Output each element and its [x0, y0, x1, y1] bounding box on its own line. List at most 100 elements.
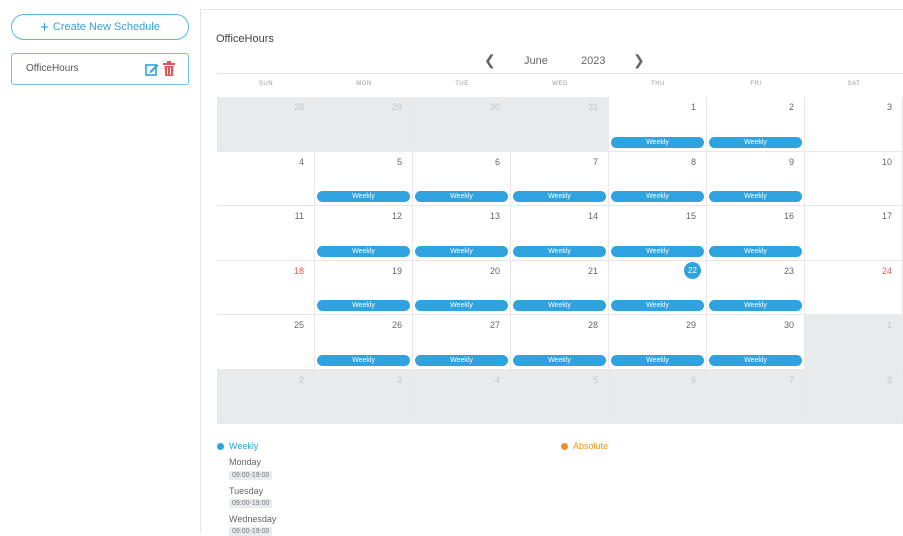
calendar-day-cell[interactable]: 25 [217, 315, 315, 370]
calendar-day-cell[interactable]: 28 [217, 97, 315, 152]
year-label: 2023 [581, 55, 606, 67]
calendar-day-cell[interactable]: 27 Weekly [413, 315, 511, 370]
event-weekly[interactable]: Weekly [709, 191, 802, 202]
calendar-day-cell[interactable]: 26 Weekly [315, 315, 413, 370]
calendar-day-cell[interactable]: 17 [805, 206, 903, 261]
calendar-day-cell[interactable]: 1 Weekly [609, 97, 707, 152]
calendar-day-cell[interactable]: 24 [805, 260, 903, 315]
event-weekly[interactable]: Weekly [317, 245, 410, 257]
event-weekly[interactable]: Weekly [415, 191, 508, 202]
calendar-day-cell[interactable]: 8 Weekly [609, 151, 707, 206]
calendar-day-cell[interactable]: 21 Weekly [511, 260, 609, 315]
day-number: 17 [881, 211, 892, 221]
calendar-day-cell[interactable]: 30 [413, 97, 511, 152]
day-number: 3 [886, 102, 892, 112]
event-weekly[interactable]: Weekly [317, 191, 410, 202]
event-weekly[interactable]: Weekly [611, 354, 704, 366]
day-number: 15 [685, 211, 696, 221]
calendar-day-cell[interactable]: 20 Weekly [413, 260, 511, 315]
calendar-day-cell[interactable]: 1 [805, 315, 903, 370]
chevron-left-icon[interactable]: ❮ [484, 52, 496, 69]
event-weekly[interactable]: Weekly [611, 191, 704, 202]
calendar-day-cell[interactable]: 18 [217, 260, 315, 315]
calendar-day-cell[interactable]: 10 [805, 151, 903, 206]
calendar-day-cell[interactable]: 19 Weekly [315, 260, 413, 315]
event-weekly[interactable]: Weekly [415, 300, 508, 311]
weekday-label: THU [651, 81, 665, 87]
calendar-day-cell[interactable]: 8 [805, 369, 903, 424]
day-number: 8 [690, 156, 696, 167]
calendar-day-cell[interactable]: 3 [315, 369, 413, 424]
event-weekly[interactable]: Weekly [415, 245, 508, 257]
calendar-day-cell[interactable]: 23 Weekly [707, 260, 805, 315]
day-number: 4 [494, 374, 500, 385]
day-number: 7 [592, 156, 598, 167]
calendar-day-cell[interactable]: 4 [413, 369, 511, 424]
calendar-day-cell[interactable]: 14 Weekly [511, 206, 609, 261]
absolute-dot-icon [561, 442, 568, 450]
trash-icon[interactable] [163, 61, 175, 76]
calendar-day-cell[interactable]: 13 Weekly [413, 206, 511, 261]
day-number: 5 [592, 374, 598, 385]
calendar-day-cell[interactable]: 28 Weekly [511, 315, 609, 370]
event-weekly[interactable]: Weekly [709, 300, 802, 311]
day-number: 29 [685, 320, 696, 330]
day-number: 11 [294, 211, 304, 221]
plus-icon: + [40, 18, 49, 36]
today-badge: 22 [684, 261, 701, 279]
weekday-label: FRI [750, 81, 762, 87]
event-weekly[interactable]: Weekly [709, 245, 802, 257]
event-weekly[interactable]: Weekly [709, 136, 802, 148]
event-weekly[interactable]: Weekly [611, 300, 704, 311]
calendar-day-cell[interactable]: 16 Weekly [707, 206, 805, 261]
calendar-day-cell[interactable]: 9 Weekly [707, 151, 805, 206]
day-number: 5 [396, 156, 402, 167]
event-weekly[interactable]: Weekly [317, 354, 410, 366]
calendar-day-cell[interactable]: 6 [609, 369, 707, 424]
calendar-day-cell[interactable]: 22 Weekly [609, 260, 707, 315]
event-weekly[interactable]: Weekly [513, 354, 606, 366]
chevron-right-icon[interactable]: ❯ [633, 52, 645, 69]
calendar-day-cell[interactable]: 29 Weekly [609, 315, 707, 370]
calendar-day-cell[interactable]: 2 Weekly [707, 97, 805, 152]
edit-icon[interactable] [145, 62, 159, 76]
event-weekly[interactable]: Weekly [513, 245, 606, 257]
calendar-day-cell[interactable]: 4 [217, 151, 315, 206]
day-number: 28 [587, 320, 598, 330]
calendar-day-cell[interactable]: 7 [707, 369, 805, 424]
calendar-day-cell[interactable]: 6 Weekly [413, 151, 511, 206]
day-number: 1 [690, 102, 696, 112]
month-label: June [524, 55, 548, 67]
month-navigator: ❮ June 2023 ❯ [201, 52, 903, 72]
weekday-label: SUN [258, 81, 274, 87]
calendar-day-cell[interactable]: 30 Weekly [707, 315, 805, 370]
day-number: 21 [587, 265, 598, 276]
calendar-day-cell[interactable]: 12 Weekly [315, 206, 413, 261]
calendar-day-cell[interactable]: 29 [315, 97, 413, 152]
calendar-day-cell[interactable]: 5 Weekly [315, 151, 413, 206]
day-number: 7 [788, 374, 794, 385]
create-schedule-button[interactable]: + Create New Schedule [11, 14, 189, 40]
weekday-label: MON [356, 81, 372, 87]
event-weekly[interactable]: Weekly [611, 245, 704, 257]
event-weekly[interactable]: Weekly [513, 300, 606, 311]
event-weekly[interactable]: Weekly [415, 354, 508, 366]
day-number: 3 [396, 374, 402, 385]
day-number: 6 [494, 156, 500, 167]
calendar-day-cell[interactable]: 7 Weekly [511, 151, 609, 206]
event-weekly[interactable]: Weekly [709, 354, 802, 366]
calendar-day-cell[interactable]: 2 [217, 369, 315, 424]
calendar-day-cell[interactable]: 15 Weekly [609, 206, 707, 261]
schedule-item-officehours[interactable]: OfficeHours [11, 53, 189, 85]
legend-weekly-label: Weekly [229, 441, 259, 451]
event-weekly[interactable]: Weekly [611, 136, 704, 148]
calendar-day-cell[interactable]: 31 [511, 97, 609, 152]
calendar-day-cell[interactable]: 5 [511, 369, 609, 424]
day-number: 30 [783, 320, 794, 330]
calendar-day-cell[interactable]: 11 [217, 206, 315, 261]
day-number: 4 [298, 156, 304, 167]
event-weekly[interactable]: Weekly [317, 300, 410, 311]
event-weekly[interactable]: Weekly [513, 191, 606, 202]
calendar-day-cell[interactable]: 3 [805, 97, 903, 152]
day-number: 23 [783, 265, 794, 276]
